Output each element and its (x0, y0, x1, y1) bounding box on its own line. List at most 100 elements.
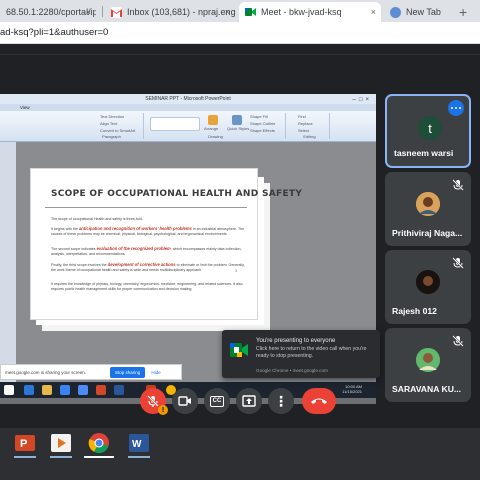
new-tab-button[interactable]: + (459, 4, 467, 20)
avatar: t (418, 116, 442, 140)
close-tab-icon[interactable]: × (371, 7, 376, 17)
tab-meet[interactable]: Meet - bkw-jvad-ksq × (239, 2, 381, 22)
profile-photo (416, 348, 440, 372)
profile-photo (416, 192, 440, 216)
text-run: The second scope indicates (51, 247, 97, 251)
participant-tile[interactable]: Prithiviraj Naga... (385, 172, 471, 246)
powerpoint-icon[interactable]: P (14, 432, 36, 454)
tab-inbox[interactable]: Inbox (103,681) - npraj.engg@ × (105, 2, 235, 22)
chrome-icon[interactable] (88, 432, 110, 454)
clock-date: 11/15/2021 (342, 389, 362, 394)
text-run: It begins with the (51, 227, 79, 231)
leave-call-button[interactable] (302, 388, 336, 414)
slide: SCOPE OF OCCUPATIONAL HEALTH AND SAFETY … (30, 168, 302, 320)
paragraph-group: Text Direction Align Text Convert to Sma… (80, 113, 144, 139)
active-indicator (84, 456, 114, 458)
mic-off-icon (147, 395, 159, 407)
text-direction-button[interactable]: Text Direction (100, 114, 124, 119)
participant-tile[interactable]: SARAVANA KU... (385, 328, 471, 402)
avatar (416, 192, 440, 216)
toast-title: You're presenting to everyone (256, 338, 336, 344)
shape-outline-button[interactable]: Shape Outline (250, 121, 275, 126)
slide-thumbnails-panel (0, 142, 16, 388)
toast-source: Google Chrome • meet.google.com (256, 368, 328, 373)
shape-effects-button[interactable]: Shape Effects (250, 128, 275, 133)
address-bar[interactable]: ad-ksq?pli=1&authuser=0 (0, 22, 480, 44)
edge-icon (24, 385, 34, 395)
tab-title: New Tab (406, 7, 441, 17)
gmail-icon (111, 6, 122, 18)
sharing-text: meet.google.com is sharing your screen. (5, 369, 87, 375)
slide-paragraph: The second scope indicates evaluation of… (51, 246, 247, 257)
mail-icon (78, 385, 88, 395)
more-options-button[interactable]: ⋮ (268, 388, 294, 414)
close-tab-icon[interactable]: × (86, 7, 91, 17)
stop-sharing-button[interactable]: Stop sharing (110, 366, 146, 378)
quick-styles-icon (232, 115, 242, 125)
ribbon: Text Direction Align Text Convert to Sma… (0, 111, 376, 142)
close-tab-icon[interactable]: × (225, 7, 230, 17)
participant-name: SARAVANA KU... (392, 384, 462, 394)
group-caption: Drawing (208, 134, 223, 139)
slide-paragraph: It requires the knowledge of physics, bi… (51, 282, 243, 291)
find-button[interactable]: Find (298, 114, 306, 119)
arrange-button[interactable]: Arrange (204, 126, 218, 131)
participant-tile[interactable]: Rajesh 012 (385, 250, 471, 324)
more-options-icon[interactable] (448, 100, 464, 116)
meet-icon (245, 7, 256, 18)
svg-text:W: W (132, 439, 142, 450)
slide-paragraph: It begins with the anticipation and reco… (51, 226, 247, 237)
tab-title: 68.50.1:2280/cportal/ip/l (6, 7, 96, 17)
replace-button[interactable]: Replace (298, 121, 313, 126)
word-icon[interactable]: W (128, 432, 150, 454)
present-now-button[interactable] (236, 388, 262, 414)
select-button[interactable]: Select (298, 128, 309, 133)
more-vert-icon: ⋮ (274, 393, 288, 409)
shapes-gallery[interactable] (150, 117, 200, 131)
windows-start-icon (4, 385, 14, 395)
avatar (416, 348, 440, 372)
group-caption: Paragraph (102, 134, 121, 139)
captions-button[interactable]: CC (204, 388, 230, 414)
shape-fill-button[interactable]: Shape Fill (250, 114, 268, 119)
hang-up-icon (311, 398, 327, 404)
presenting-toast[interactable]: You're presenting to everyone Click here… (222, 330, 380, 378)
present-screen-icon (242, 395, 256, 407)
text-run: Finally, the third scope involves the (51, 263, 108, 267)
word-taskbar-icon (114, 385, 124, 395)
quick-styles-button[interactable]: Quick Styles (227, 126, 249, 131)
stage-top-area (0, 44, 480, 90)
highlight-text: development of corrective actions (107, 262, 176, 267)
slide-number: 3 (235, 269, 237, 273)
cc-icon: CC (209, 395, 225, 407)
slide-paragraph: Finally, the third scope involves the de… (51, 262, 247, 273)
hide-button[interactable]: Hide (151, 370, 160, 375)
slide-title: SCOPE OF OCCUPATIONAL HEALTH AND SAFETY (51, 189, 303, 199)
camera-icon (178, 396, 191, 406)
tab-cportal[interactable]: 68.50.1:2280/cportal/ip/l × (0, 2, 96, 22)
windows-taskbar: P W (0, 418, 480, 480)
active-indicator (14, 456, 36, 458)
taskbar-top-strip (0, 418, 480, 428)
align-text-button[interactable]: Align Text (100, 121, 117, 126)
ribbon-tab-view[interactable]: View (20, 105, 30, 110)
tab-newtab[interactable]: New Tab (384, 2, 456, 22)
media-player-icon[interactable] (50, 432, 72, 454)
slide-paragraph: The scope of occupational Health and saf… (51, 217, 143, 221)
tab-separator (102, 6, 103, 17)
participant-name: Prithiviraj Naga... (392, 228, 463, 238)
highlight-text: evaluation of the recognized problem (96, 246, 171, 251)
editing-group: Find Replace Select Editing (290, 113, 330, 139)
camera-toggle-button[interactable] (172, 388, 198, 414)
participant-tile[interactable]: t tasneem warsi (385, 94, 471, 168)
svg-text:P: P (20, 438, 27, 450)
system-clock: 10:00 AM 11/15/2021 (342, 384, 362, 394)
smartart-button[interactable]: Convert to SmartArt (100, 128, 135, 133)
group-caption: Editing (303, 134, 316, 139)
divider (0, 54, 480, 55)
meet-logo-icon (230, 343, 248, 357)
meet-stage: SEMINAR PPT - Microsoft PowerPoint –□× V… (0, 44, 480, 418)
mic-off-icon (452, 335, 464, 347)
chrome-globe-icon (390, 6, 401, 18)
mic-toggle-button[interactable]: ! (140, 388, 168, 415)
